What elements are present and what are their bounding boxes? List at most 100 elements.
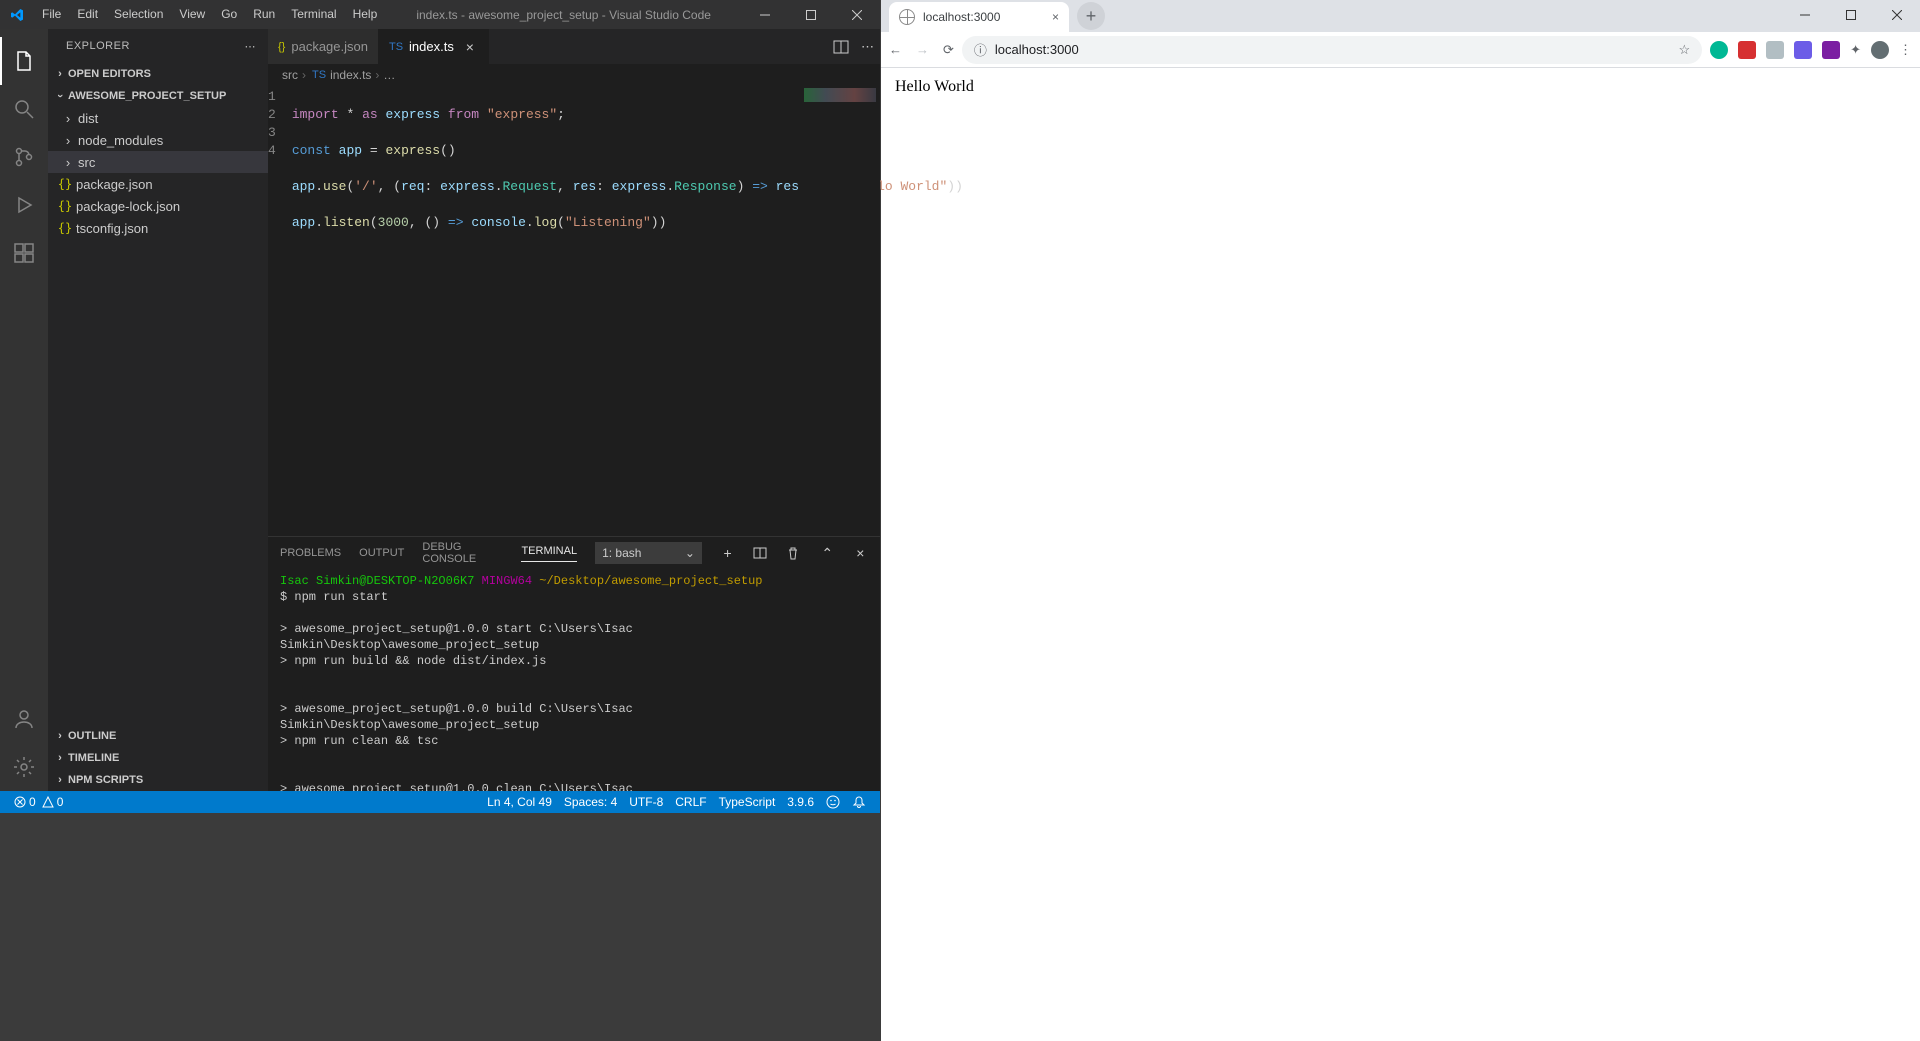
- browser-menu-icon[interactable]: ⋮: [1899, 42, 1912, 58]
- menu-selection[interactable]: Selection: [106, 0, 171, 29]
- tab-index-ts[interactable]: TS index.ts ×: [379, 29, 489, 64]
- menu-file[interactable]: File: [34, 0, 69, 29]
- vscode-window-controls: [742, 0, 880, 29]
- folder-dist[interactable]: › dist: [48, 107, 268, 129]
- debug-console-tab[interactable]: DEBUG CONSOLE: [422, 541, 503, 565]
- outline-header[interactable]: › OUTLINE: [48, 725, 268, 747]
- run-debug-icon[interactable]: [0, 181, 48, 229]
- browser-window-controls: [1782, 0, 1920, 30]
- terminal-output[interactable]: Isac Simkin@DESKTOP-N2O06K7 MINGW64 ~/De…: [268, 569, 880, 791]
- status-spaces[interactable]: Spaces: 4: [558, 795, 623, 809]
- code-editor[interactable]: 1 2 3 4 import * as express from "expres…: [268, 86, 880, 536]
- file-label: package.json: [74, 177, 153, 192]
- browser-toolbar: ← → ⟳ ⓘ localhost:3000 ☆ ✦ ⋮: [881, 32, 1920, 68]
- status-language[interactable]: TypeScript: [713, 795, 782, 809]
- close-icon[interactable]: [1874, 0, 1920, 30]
- extension-icon[interactable]: [1794, 41, 1812, 59]
- bookmark-star-icon[interactable]: ☆: [1678, 42, 1690, 58]
- window-title: index.ts - awesome_project_setup - Visua…: [385, 8, 742, 22]
- file-package-json[interactable]: {} package.json: [48, 173, 268, 195]
- line-number: 2: [268, 106, 276, 124]
- file-tsconfig[interactable]: {} tsconfig.json: [48, 217, 268, 239]
- menu-run[interactable]: Run: [245, 0, 283, 29]
- maximize-icon[interactable]: [788, 0, 834, 29]
- feedback-icon[interactable]: [820, 795, 846, 809]
- breadcrumb-more[interactable]: …: [383, 68, 395, 82]
- extension-icon[interactable]: [1871, 41, 1889, 59]
- close-tab-icon[interactable]: ×: [462, 39, 478, 55]
- notifications-icon[interactable]: [846, 795, 872, 809]
- forward-icon[interactable]: →: [916, 42, 929, 58]
- status-errors[interactable]: 0: [8, 795, 42, 809]
- output-tab[interactable]: OUTPUT: [359, 547, 404, 559]
- breadcrumb-src[interactable]: src: [282, 68, 298, 82]
- reload-icon[interactable]: ⟳: [943, 42, 954, 58]
- folder-label: dist: [76, 111, 98, 126]
- tab-title: localhost:3000: [923, 10, 1000, 24]
- status-bar: 0 0 Ln 4, Col 49 Spaces: 4 UTF-8 CRLF Ty…: [0, 791, 880, 813]
- status-ts-version[interactable]: 3.9.6: [781, 795, 820, 809]
- close-tab-icon[interactable]: ×: [1052, 10, 1059, 24]
- more-icon[interactable]: ⋯: [245, 40, 257, 53]
- open-editors-header[interactable]: › OPEN EDITORS: [48, 63, 268, 85]
- address-bar[interactable]: ⓘ localhost:3000 ☆: [962, 36, 1702, 64]
- timeline-header[interactable]: › TIMELINE: [48, 747, 268, 769]
- extension-icon[interactable]: [1822, 41, 1840, 59]
- terminal-selector[interactable]: 1: bash ⌄: [595, 542, 702, 564]
- new-terminal-icon[interactable]: +: [720, 545, 735, 561]
- npm-scripts-header[interactable]: › NPM SCRIPTS: [48, 769, 268, 791]
- project-header[interactable]: › AWESOME_PROJECT_SETUP: [48, 85, 268, 107]
- browser-tab-localhost[interactable]: localhost:3000 ×: [889, 2, 1069, 32]
- term-line: > npm run clean && tsc: [280, 733, 868, 749]
- menu-view[interactable]: View: [171, 0, 213, 29]
- folder-src[interactable]: › src: [48, 151, 268, 173]
- back-icon[interactable]: ←: [889, 42, 902, 58]
- breadcrumbs[interactable]: src › TS index.ts › …: [268, 64, 880, 86]
- menu-edit[interactable]: Edit: [69, 0, 106, 29]
- terminal-tab[interactable]: TERMINAL: [521, 545, 577, 562]
- status-lncol[interactable]: Ln 4, Col 49: [481, 795, 558, 809]
- source-control-icon[interactable]: [0, 133, 48, 181]
- accounts-icon[interactable]: [0, 695, 48, 743]
- menu-terminal[interactable]: Terminal: [283, 0, 344, 29]
- folder-node-modules[interactable]: › node_modules: [48, 129, 268, 151]
- term-line: > npm run build && node dist/index.js: [280, 653, 868, 669]
- problems-tab[interactable]: PROBLEMS: [280, 547, 341, 559]
- maximize-panel-icon[interactable]: ⌃: [820, 545, 835, 562]
- chevron-right-icon: ›: [52, 730, 68, 742]
- breadcrumb-file[interactable]: index.ts: [330, 68, 371, 82]
- extension-icon[interactable]: [1710, 41, 1728, 59]
- status-encoding[interactable]: UTF-8: [623, 795, 669, 809]
- extensions-puzzle-icon[interactable]: ✦: [1850, 42, 1861, 58]
- status-eol[interactable]: CRLF: [669, 795, 712, 809]
- search-icon[interactable]: [0, 85, 48, 133]
- menu-go[interactable]: Go: [213, 0, 245, 29]
- split-terminal-icon[interactable]: [753, 546, 768, 560]
- minimize-icon[interactable]: [742, 0, 788, 29]
- browser-window: localhost:3000 × + ← → ⟳ ⓘ localhost:300…: [880, 0, 1920, 1041]
- new-tab-button[interactable]: +: [1077, 2, 1105, 30]
- status-warnings[interactable]: 0: [42, 795, 70, 809]
- minimap[interactable]: [800, 86, 880, 536]
- kill-terminal-icon[interactable]: [786, 546, 801, 560]
- file-package-lock[interactable]: {} package-lock.json: [48, 195, 268, 217]
- more-icon[interactable]: ⋯: [861, 39, 874, 55]
- extensions-icon[interactable]: [0, 229, 48, 277]
- close-icon[interactable]: [834, 0, 880, 29]
- close-panel-icon[interactable]: ×: [853, 545, 868, 561]
- extension-icon[interactable]: [1766, 41, 1784, 59]
- url-text: localhost:3000: [995, 42, 1079, 57]
- tab-package-json[interactable]: {} package.json: [268, 29, 379, 64]
- menu-help[interactable]: Help: [345, 0, 386, 29]
- split-editor-icon[interactable]: [833, 39, 849, 55]
- maximize-icon[interactable]: [1828, 0, 1874, 30]
- url-value: localhost:3000: [995, 42, 1079, 57]
- minimize-icon[interactable]: [1782, 0, 1828, 30]
- settings-gear-icon[interactable]: [0, 743, 48, 791]
- vscode-menu: File Edit Selection View Go Run Terminal…: [34, 0, 385, 29]
- panel-tabs: PROBLEMS OUTPUT DEBUG CONSOLE TERMINAL 1…: [268, 537, 880, 569]
- extension-icon[interactable]: [1738, 41, 1756, 59]
- explorer-icon[interactable]: [0, 37, 48, 85]
- site-info-icon[interactable]: ⓘ: [974, 40, 987, 59]
- editor-area: {} package.json TS index.ts × ⋯ src › TS…: [268, 29, 880, 791]
